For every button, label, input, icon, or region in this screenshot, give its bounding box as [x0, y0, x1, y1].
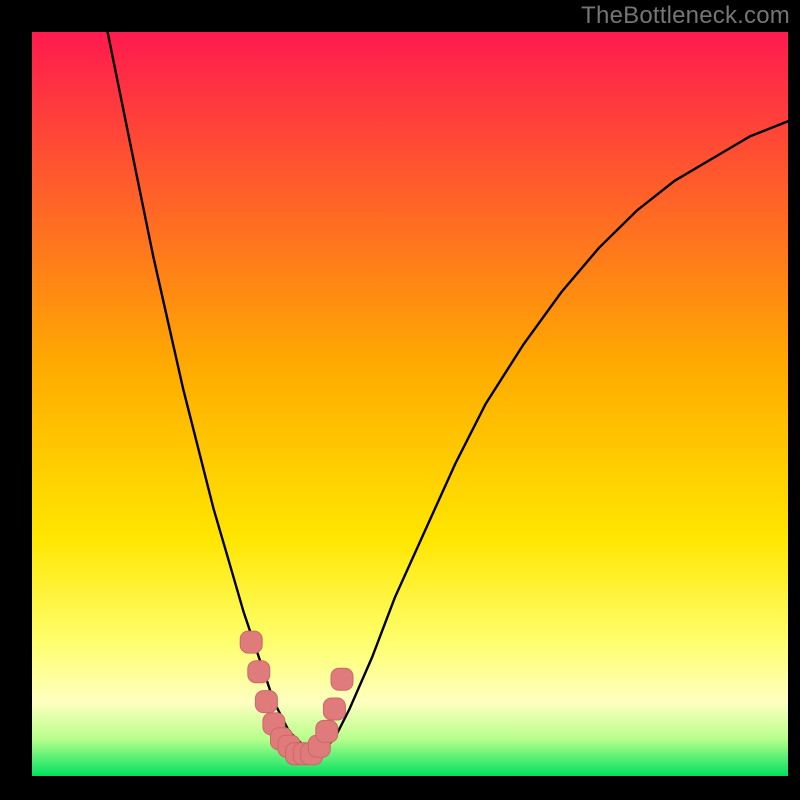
bottleneck-chart — [0, 0, 800, 800]
curve-marker — [240, 631, 262, 653]
curve-marker — [331, 668, 353, 690]
plot-gradient-background — [32, 32, 788, 776]
curve-marker — [316, 720, 338, 742]
curve-marker — [323, 698, 345, 720]
chart-frame: { "watermark": "TheBottleneck.com", "col… — [0, 0, 800, 800]
curve-marker — [248, 661, 270, 683]
curve-marker — [255, 691, 277, 713]
watermark-text: TheBottleneck.com — [581, 2, 790, 30]
